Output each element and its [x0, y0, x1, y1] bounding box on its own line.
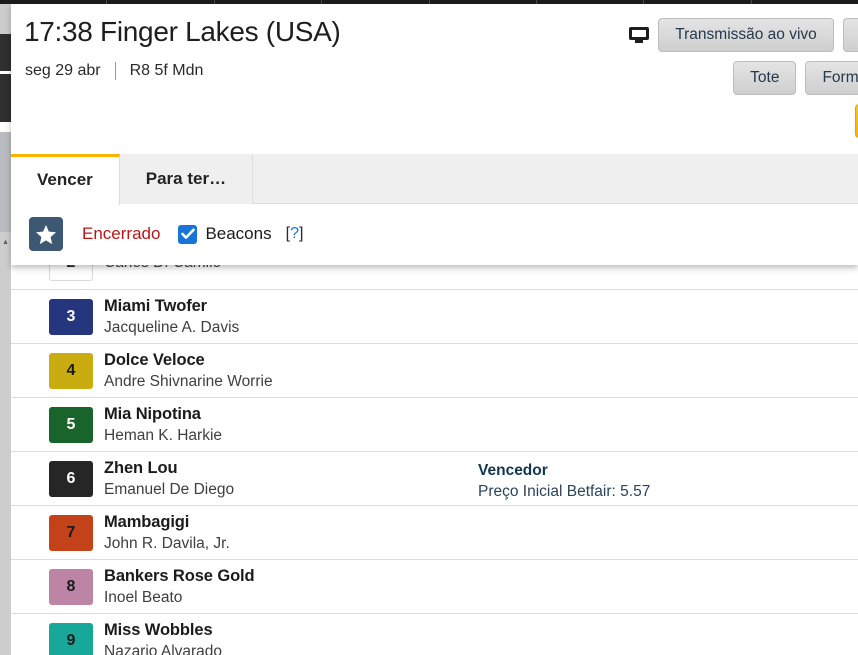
market-tabbar: Vencer Para ter…: [11, 154, 858, 205]
saddle-cloth-badge: 9: [49, 623, 93, 655]
table-row[interactable]: 7 Mambagigi John R. Davila, Jr.: [11, 506, 858, 560]
horse-name: Mia Nipotina: [104, 404, 201, 423]
runner-names: Zhen Lou Emanuel De Diego: [104, 458, 234, 500]
tv-stand-shape: [635, 40, 644, 43]
saddle-cloth-badge: 4: [49, 352, 93, 389]
saddle-cloth-badge: 5: [49, 406, 93, 443]
tab-win[interactable]: Vencer: [11, 154, 120, 205]
race-meta: seg 29 abr R8 5f Mdn: [25, 62, 203, 80]
tab-place[interactable]: Para ter…: [119, 154, 254, 204]
tv-screen-shape: [629, 27, 650, 40]
runner-number: 4: [66, 361, 76, 379]
tab-win-label: Vencer: [37, 169, 93, 189]
saddle-cloth-badge: 8: [49, 568, 93, 605]
scrollbar-track-bottom[interactable]: [0, 232, 11, 655]
header-button-row-2: Tote Forma e resulta: [733, 61, 858, 95]
beacons-help-link[interactable]: [?]: [286, 225, 304, 243]
scrollbar-dark-segment: [0, 34, 11, 71]
header-button-row-1: Transmissão ao vivo R: [629, 18, 858, 52]
runner-number: 7: [66, 523, 76, 541]
live-stream-button[interactable]: Transmissão ao vivo: [658, 18, 834, 52]
jockey-name: Jacqueline A. Davis: [104, 318, 240, 336]
horse-name: Mambagigi: [104, 512, 190, 531]
jockey-name: Andre Shivnarine Worrie: [104, 372, 273, 390]
app-root: ▴ 2 Carlos D. Camilo 3 Miami Twofer Jacq…: [0, 0, 858, 655]
form-and-results-button[interactable]: Forma e resulta: [805, 61, 858, 95]
star-icon[interactable]: [29, 217, 63, 251]
help-bracket-close: ]: [298, 225, 304, 242]
status-badge: Encerrado: [82, 224, 161, 243]
winner-info: Vencedor Preço Inicial Betfair: 5.57: [478, 460, 650, 502]
runner-number: 5: [66, 415, 76, 433]
runner-names: Mia Nipotina Heman K. Harkie: [104, 404, 222, 446]
jockey-name: Heman K. Harkie: [104, 426, 223, 444]
saddle-cloth-badge: 3: [49, 298, 93, 335]
winner-starting-price: Preço Inicial Betfair: 5.57: [478, 483, 651, 500]
tote-button[interactable]: Tote: [733, 61, 797, 95]
market-status-row: Encerrado Beacons [?]: [11, 205, 858, 263]
table-row[interactable]: 3 Miami Twofer Jacqueline A. Davis: [11, 290, 858, 344]
runner-number: 6: [66, 469, 76, 487]
table-row[interactable]: 8 Bankers Rose Gold Inoel Beato: [11, 560, 858, 614]
scrollbar-track-top: [0, 4, 11, 34]
horse-name: Zhen Lou: [104, 458, 178, 477]
table-row[interactable]: 9 Miss Wobbles Nazario Alvarado: [11, 614, 858, 655]
race-header-panel: 17:38 Finger Lakes (USA) seg 29 abr R8 5…: [11, 4, 858, 265]
runner-names: Miami Twofer Jacqueline A. Davis: [104, 296, 239, 338]
winner-label: Vencedor: [478, 462, 548, 479]
jockey-name: Emanuel De Diego: [104, 480, 235, 498]
beacons-label: Beacons: [205, 224, 272, 243]
scroll-up-arrow-icon[interactable]: ▴: [1, 236, 10, 248]
runner-names: Mambagigi John R. Davila, Jr.: [104, 512, 230, 554]
scrollbar-dark-segment: [0, 74, 11, 122]
runner-names: Bankers Rose Gold Inoel Beato: [104, 566, 255, 608]
scrollbar-gap: [0, 122, 11, 132]
horse-name: Dolce Veloce: [104, 350, 205, 369]
jockey-name: Nazario Alvarado: [104, 643, 223, 655]
help-question-mark: ?: [290, 225, 299, 242]
horse-name: Miami Twofer: [104, 296, 208, 315]
jockey-name: Inoel Beato: [104, 588, 183, 606]
horse-name: Miss Wobbles: [104, 621, 213, 639]
runner-number: 9: [66, 632, 76, 649]
table-row[interactable]: 5 Mia Nipotina Heman K. Harkie: [11, 398, 858, 452]
runner-number: 3: [66, 307, 76, 325]
page-title: 17:38 Finger Lakes (USA): [24, 16, 341, 47]
runners-list: 2 Carlos D. Camilo 3 Miami Twofer Jacque…: [11, 236, 858, 655]
runner-names: Miss Wobbles Nazario Alvarado: [104, 620, 222, 655]
replay-button[interactable]: R: [842, 18, 858, 52]
meta-divider: [114, 62, 116, 80]
beacons-checkbox[interactable]: [178, 224, 198, 244]
saddle-cloth-badge: 6: [49, 460, 93, 497]
tab-place-label: Para ter…: [145, 169, 227, 188]
runner-number: 8: [66, 577, 76, 595]
horse-name: Bankers Rose Gold: [104, 566, 255, 585]
table-row[interactable]: 6 Zhen Lou Emanuel De Diego Vencedor Pre…: [11, 452, 858, 506]
saddle-cloth-badge: 7: [49, 514, 93, 551]
race-info: R8 5f Mdn: [129, 62, 204, 79]
race-date: seg 29 abr: [25, 62, 101, 79]
runner-names: Dolce Veloce Andre Shivnarine Worrie: [104, 350, 273, 392]
left-scrollbar-strip[interactable]: ▴: [0, 4, 11, 655]
tv-icon: [629, 27, 650, 43]
jockey-name: John R. Davila, Jr.: [104, 534, 230, 552]
scrollbar-thumb[interactable]: [0, 132, 11, 232]
table-row[interactable]: 4 Dolce Veloce Andre Shivnarine Worrie: [11, 344, 858, 398]
